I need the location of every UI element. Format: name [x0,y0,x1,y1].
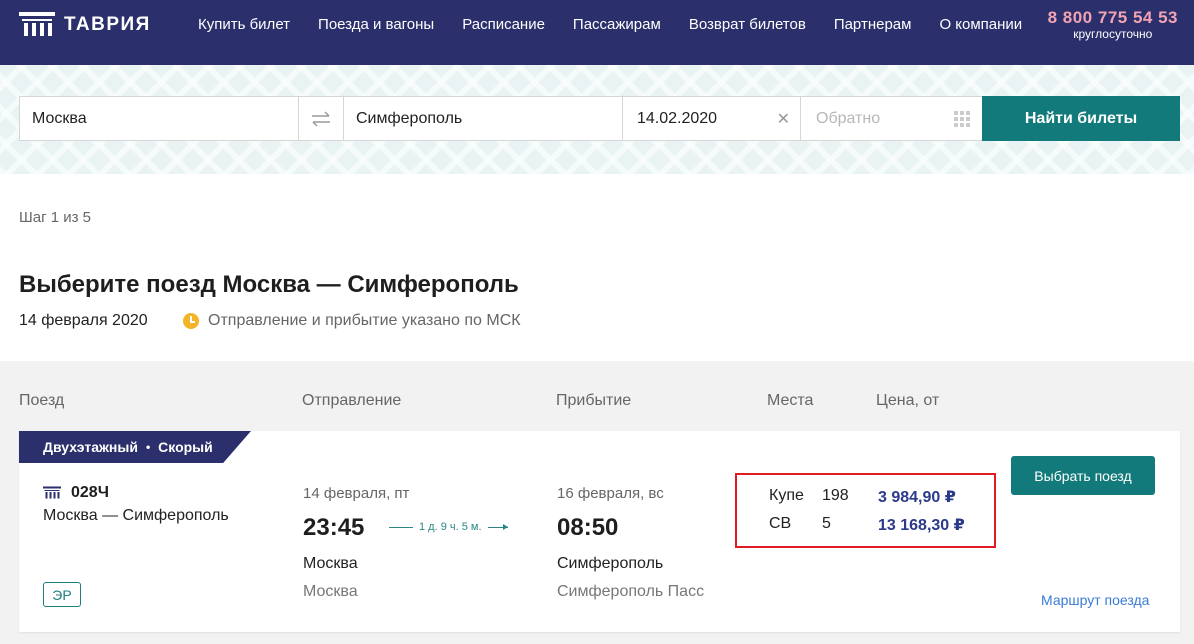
phone-block: 8 800 775 54 53 круглосуточно [1048,8,1178,41]
column-train: Поезд [19,392,65,409]
travel-date: 14 февраля 2020 [19,312,148,329]
nav-trains-cars[interactable]: Поезда и вагоны [318,16,434,33]
date-value: 14.02.2020 [637,109,718,127]
tag-separator: • [145,440,151,454]
clear-date-icon[interactable]: ✕ [777,109,790,129]
arrival-date: 16 февраля, вс [557,485,664,502]
tag-double-decker: Двухэтажный [43,439,138,455]
departure-city: Москва [303,555,358,572]
arrival-city: Симферополь [557,555,664,572]
seat-price: 13 168,30 ₽ [878,517,965,534]
logo-icon [19,12,55,36]
return-date-field[interactable]: Обратно [800,96,983,141]
duration-line [389,526,413,528]
column-seats: Места [767,392,814,409]
seat-class: СВ [769,515,792,532]
top-header: ТАВРИЯ Купить билет Поезда и вагоны Расп… [0,0,1194,65]
tag-express: Скорый [158,439,213,455]
train-route-link[interactable]: Маршрут поезда [1041,592,1149,608]
main-nav: Купить билет Поезда и вагоны Расписание … [198,16,1050,33]
electronic-registration-badge: ЭР [43,582,81,607]
train-logo-icon [43,486,61,499]
page-title: Выберите поезд Москва — Симферополь [19,271,519,298]
train-tags: Двухэтажный • Скорый [19,431,251,463]
logo[interactable]: ТАВРИЯ [19,12,151,38]
train-card: Двухэтажный • Скорый 028Ч Москва — Симфе… [19,431,1180,632]
return-placeholder: Обратно [816,109,881,127]
departure-station: Москва [303,583,358,600]
swap-button[interactable] [298,96,344,141]
duration-text: 1 д. 9 ч. 5 м. [419,521,482,533]
seat-row-kupe[interactable]: Купе 198 3 984,90 ₽ [769,487,956,507]
seat-count: 5 [822,515,831,532]
from-field[interactable]: Москва [19,96,299,141]
results-section: Поезд Отправление Прибытие Места Цена, о… [0,361,1194,644]
clock-icon [183,313,199,329]
train-number-text: 028Ч [71,484,109,501]
nav-partners[interactable]: Партнерам [834,16,912,33]
arrival-time: 08:50 [557,514,619,541]
logo-text: ТАВРИЯ [64,14,151,35]
nav-buy-ticket[interactable]: Купить билет [198,16,290,33]
phone-number[interactable]: 8 800 775 54 53 [1048,8,1178,28]
nav-refund[interactable]: Возврат билетов [689,16,806,33]
arrow-right-icon [487,523,508,530]
column-arrival: Прибытие [556,392,632,409]
calendar-icon[interactable] [954,111,970,127]
date-field[interactable]: 14.02.2020 ✕ [622,96,801,141]
seat-class: Купе [769,487,804,504]
column-price: Цена, от [876,392,940,409]
search-panel: Москва Симферополь 14.02.2020 ✕ Обратно … [0,65,1194,174]
timezone-note-text: Отправление и прибытие указано по МСК [208,312,521,329]
train-route: Москва — Симферополь [43,507,229,524]
step-indicator: Шаг 1 из 5 [19,209,92,226]
departure-date: 14 февраля, пт [303,485,410,502]
seat-price: 3 984,90 ₽ [878,489,956,506]
departure-time: 23:45 [303,514,365,541]
seats-highlight-box: Купе 198 3 984,90 ₽ СВ 5 13 168,30 ₽ [735,473,996,548]
seat-row-sv[interactable]: СВ 5 13 168,30 ₽ [769,515,965,535]
timezone-note: Отправление и прибытие указано по МСК [183,312,521,330]
seat-count: 198 [822,487,849,504]
nav-about[interactable]: О компании [939,16,1022,33]
swap-arrows-icon [312,110,330,127]
column-departure: Отправление [302,392,402,409]
train-number: 028Ч [43,484,109,502]
phone-note: круглосуточно [1073,27,1153,41]
select-train-button[interactable]: Выбрать поезд [1011,456,1155,495]
nav-schedule[interactable]: Расписание [462,16,545,33]
trip-duration: 1 д. 9 ч. 5 м. [389,521,508,533]
to-field[interactable]: Симферополь [343,96,623,141]
arrival-station: Симферополь Пасс [557,583,705,600]
find-tickets-button[interactable]: Найти билеты [982,96,1180,141]
nav-passengers[interactable]: Пассажирам [573,16,661,33]
